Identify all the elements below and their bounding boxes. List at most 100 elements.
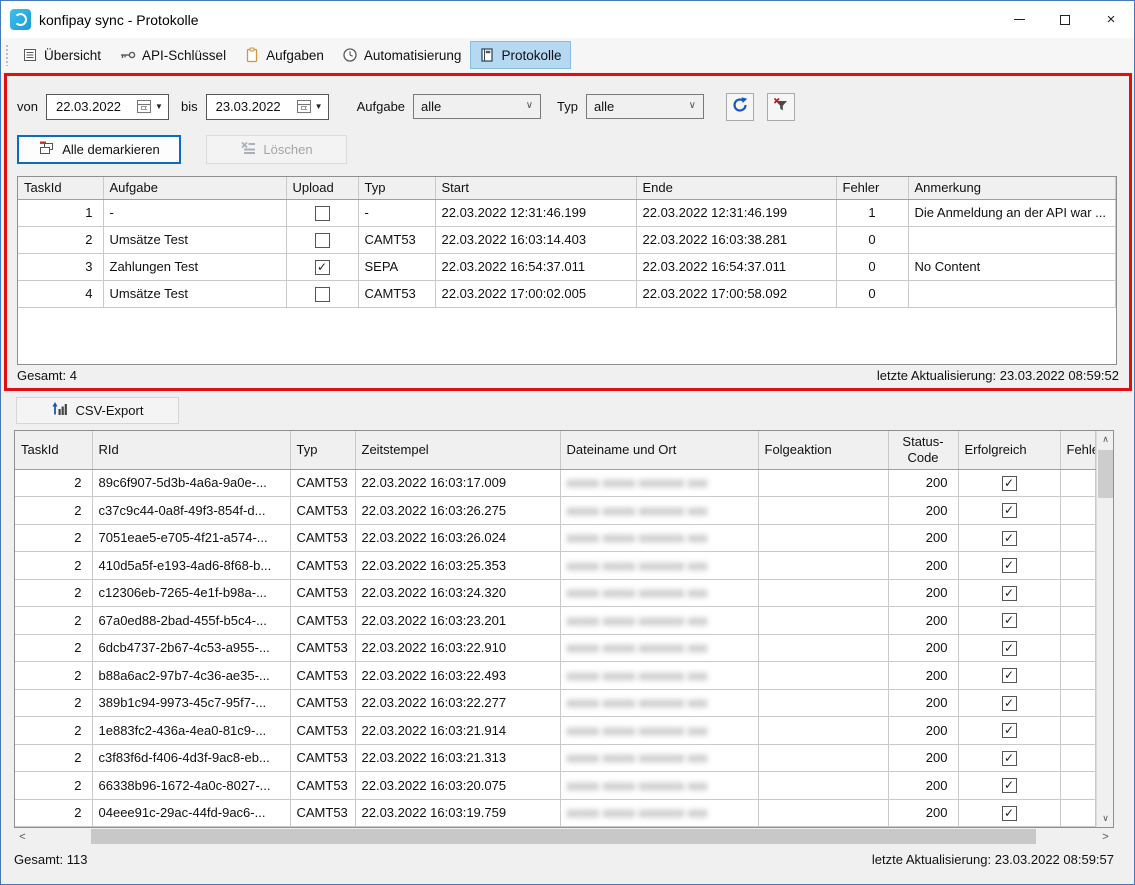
col-fehler[interactable]: Fehler [836,177,908,199]
checkbox[interactable] [315,206,330,221]
log-row[interactable]: 2 c12306eb-7265-4e1f-b98a-... CAMT53 22.… [15,579,1096,607]
horizontal-scrollbar-thumb[interactable] [91,829,1036,844]
minimize-button[interactable] [996,1,1042,38]
checkbox[interactable]: ✓ [1002,668,1017,683]
scroll-up-icon[interactable]: ∧ [1097,431,1114,448]
checkbox[interactable]: ✓ [1002,806,1017,821]
log-row[interactable]: 2 1e883fc2-436a-4ea0-81c9-... CAMT53 22.… [15,717,1096,745]
delete-button[interactable]: Löschen [206,135,347,164]
checkbox[interactable]: ✓ [315,260,330,275]
cell-taskid: 4 [18,280,103,307]
col-typ[interactable]: Typ [358,177,435,199]
dropdown-arrow-icon[interactable]: ▼ [315,102,323,111]
checkbox[interactable]: ✓ [1002,586,1017,601]
cell-fehler [1060,744,1096,772]
delete-icon [240,140,256,159]
scroll-left-icon[interactable]: < [14,828,31,845]
col-taskid[interactable]: TaskId [15,431,92,469]
scroll-right-icon[interactable]: > [1097,828,1114,845]
col-ende[interactable]: Ende [636,177,836,199]
clear-filter-button[interactable] [767,93,795,121]
task-row[interactable]: 2 Umsätze Test CAMT53 22.03.2022 16:03:1… [18,226,1116,253]
col-dateiname[interactable]: Dateiname und Ort [560,431,758,469]
deselect-all-button[interactable]: Alle demarkieren [17,135,181,164]
log-row[interactable]: 2 410d5a5f-e193-4ad6-8f68-b... CAMT53 22… [15,552,1096,580]
cell-rid: 66338b96-1672-4a0c-8027-... [92,772,290,800]
log-row[interactable]: 2 66338b96-1672-4a0c-8027-... CAMT53 22.… [15,772,1096,800]
checkbox[interactable]: ✓ [1002,641,1017,656]
checkbox[interactable]: ✓ [1002,723,1017,738]
log-row[interactable]: 2 c37c9c44-0a8f-49f3-854f-d... CAMT53 22… [15,497,1096,525]
toolbar-gripper[interactable] [5,44,10,66]
col-rid[interactable]: RId [92,431,290,469]
redacted-file-path: xxxxx xxxxx xxxxxxx xxx [567,558,708,573]
close-button[interactable]: × [1088,1,1134,38]
log-row[interactable]: 2 04eee91c-29ac-44fd-9ac6-... CAMT53 22.… [15,799,1096,827]
checkbox[interactable]: ✓ [1002,613,1017,628]
log-row[interactable]: 2 89c6f907-5d3b-4a6a-9a0e-... CAMT53 22.… [15,469,1096,497]
cell-typ: CAMT53 [290,524,355,552]
date-to-value: 23.03.2022 [207,99,297,114]
col-aufgabe[interactable]: Aufgabe [103,177,286,199]
cell-taskid: 2 [18,226,103,253]
checkbox[interactable]: ✓ [1002,751,1017,766]
cell-folgeaktion [758,634,888,662]
tab-automatisierung[interactable]: Automatisierung [333,41,471,69]
cell-dateiname: xxxxx xxxxx xxxxxxx xxx [560,717,758,745]
cell-folgeaktion [758,772,888,800]
task-row[interactable]: 4 Umsätze Test CAMT53 22.03.2022 17:00:0… [18,280,1116,307]
vertical-scrollbar-thumb[interactable] [1098,450,1113,498]
dropdown-arrow-icon[interactable]: ▼ [155,102,163,111]
log-row[interactable]: 2 6dcb4737-2b67-4c53-a955-... CAMT53 22.… [15,634,1096,662]
checkbox[interactable]: ✓ [1002,503,1017,518]
horizontal-scrollbar[interactable]: < > [14,828,1114,845]
col-zeitstempel[interactable]: Zeitstempel [355,431,560,469]
cell-rid: b88a6ac2-97b7-4c36-ae35-... [92,662,290,690]
aufgabe-select[interactable]: alle ∨ [413,94,541,119]
cell-start: 22.03.2022 16:03:14.403 [435,226,636,253]
checkbox[interactable]: ✓ [1002,778,1017,793]
refresh-button[interactable] [726,93,754,121]
task-row[interactable]: 1 - - 22.03.2022 12:31:46.199 22.03.2022… [18,199,1116,226]
log-row[interactable]: 2 b88a6ac2-97b7-4c36-ae35-... CAMT53 22.… [15,662,1096,690]
date-from-picker[interactable]: 22.03.2022 ▼ [46,94,169,120]
checkbox[interactable]: ✓ [1002,558,1017,573]
col-fehler-truncated[interactable]: Fehle [1060,431,1096,469]
cell-fehler [1060,579,1096,607]
clipboard-icon [244,47,260,63]
log-row[interactable]: 2 67a0ed88-2bad-455f-b5c4-... CAMT53 22.… [15,607,1096,635]
typ-select[interactable]: alle ∨ [586,94,704,119]
cell-dateiname: xxxxx xxxxx xxxxxxx xxx [560,607,758,635]
tab-aufgaben[interactable]: Aufgaben [235,41,333,69]
col-typ[interactable]: Typ [290,431,355,469]
tab-api-schluessel[interactable]: API-Schlüssel [110,41,235,69]
cell-ende: 22.03.2022 17:00:58.092 [636,280,836,307]
log-row[interactable]: 2 389b1c94-9973-45c7-95f7-... CAMT53 22.… [15,689,1096,717]
toolbar: Übersicht API-Schlüssel Aufgaben Automat… [1,38,1134,72]
task-row[interactable]: 3 Zahlungen Test ✓ SEPA 22.03.2022 16:54… [18,253,1116,280]
checkbox[interactable]: ✓ [1002,476,1017,491]
checkbox[interactable] [315,233,330,248]
date-to-picker[interactable]: 23.03.2022 ▼ [206,94,329,120]
tab-label: API-Schlüssel [142,48,226,63]
log-row[interactable]: 2 7051eae5-e705-4f21-a574-... CAMT53 22.… [15,524,1096,552]
col-statuscode[interactable]: Status-Code [888,431,958,469]
col-upload[interactable]: Upload [286,177,358,199]
tab-uebersicht[interactable]: Übersicht [13,41,110,69]
col-start[interactable]: Start [435,177,636,199]
scroll-down-icon[interactable]: ∨ [1097,810,1114,827]
col-taskid[interactable]: TaskId [18,177,103,199]
checkbox[interactable]: ✓ [1002,531,1017,546]
tab-protokolle[interactable]: Protokolle [470,41,570,69]
checkbox[interactable]: ✓ [1002,696,1017,711]
log-row[interactable]: 2 c3f83f6d-f406-4d3f-9ac8-eb... CAMT53 2… [15,744,1096,772]
vertical-scrollbar[interactable]: ∧ ∨ [1096,431,1113,827]
col-anmerkung[interactable]: Anmerkung [908,177,1116,199]
tasks-summary-row: Gesamt: 4 letzte Aktualisierung: 23.03.2… [17,368,1119,383]
col-erfolgreich[interactable]: Erfolgreich [958,431,1060,469]
checkbox[interactable] [315,287,330,302]
maximize-button[interactable] [1042,1,1088,38]
col-folgeaktion[interactable]: Folgeaktion [758,431,888,469]
cell-typ: CAMT53 [290,662,355,690]
csv-export-button[interactable]: CSV-Export [16,397,179,424]
